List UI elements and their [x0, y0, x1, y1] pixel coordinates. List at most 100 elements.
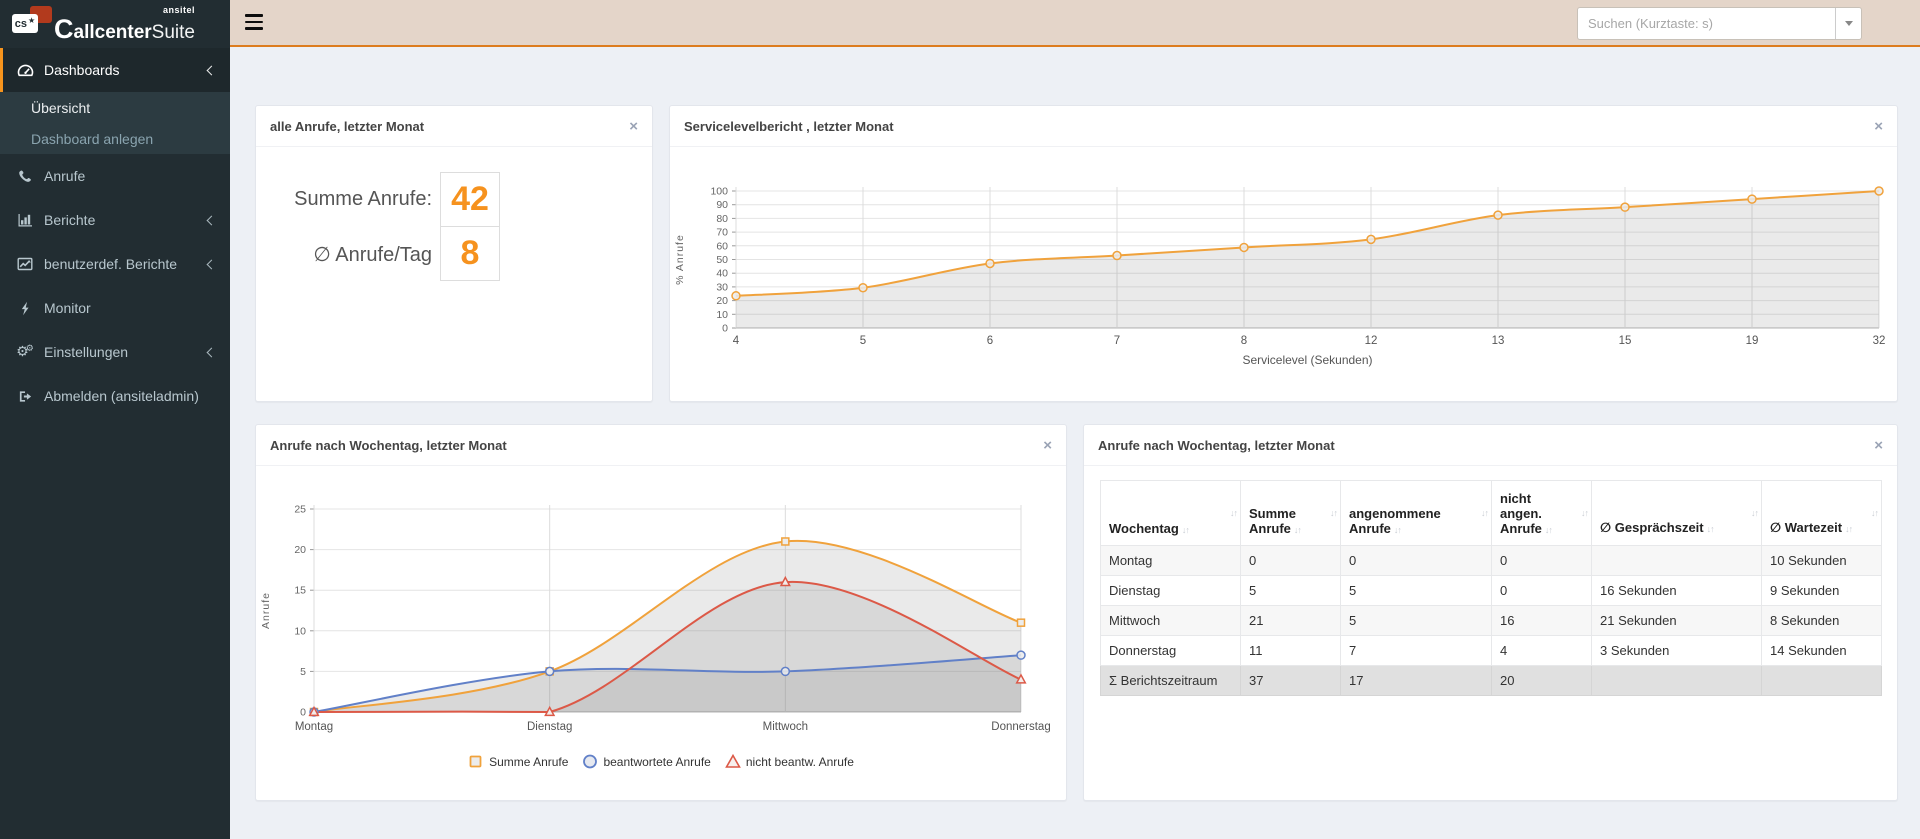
legend-label: Summe Anrufe — [489, 754, 569, 769]
sidebar-item-label: Anrufe — [44, 168, 86, 184]
data-point-marker — [1493, 210, 1503, 220]
table-column-header[interactable]: angenommene Anrufe ↓↑ ↓↑ — [1340, 480, 1492, 546]
sort-icon: ↓↑ — [1871, 508, 1879, 518]
panel-anrufe-wochentag-chart: Anrufe nach Wochentag, letzter Monat × 0… — [255, 424, 1067, 801]
data-point-marker — [544, 666, 555, 677]
panel-servicelevelbericht: Servicelevelbericht , letzter Monat × 0 1… — [669, 105, 1898, 402]
svg-text:0: 0 — [300, 707, 306, 719]
table-column-header[interactable]: Wochentag ↓↑ ↓↑ — [1100, 480, 1241, 546]
table-row: Mittwoch 21 5 16 21 Sekunden 8 Sekunden — [1100, 605, 1882, 636]
table-cell — [1761, 665, 1882, 696]
sidebar-item-abmelden[interactable]: Abmelden (ansiteladmin) — [0, 374, 230, 418]
svg-text:10: 10 — [294, 625, 306, 637]
svg-text:80: 80 — [716, 213, 728, 225]
sidebar-item-label: Abmelden (ansiteladmin) — [44, 388, 199, 404]
legend-item[interactable]: Summe Anrufe — [468, 754, 568, 769]
data-point-marker — [1747, 194, 1757, 204]
sidebar-item-benutzerdef-berichte[interactable]: benutzerdef. Berichte — [0, 242, 230, 286]
svg-text:12: 12 — [1365, 335, 1378, 347]
logo-star: ★ — [28, 16, 36, 25]
legend-item[interactable]: nicht beantw. Anrufe — [724, 754, 854, 769]
svg-text:Servicelevel (Sekunden): Servicelevel (Sekunden) — [1242, 353, 1372, 367]
sidebar-item-label: Dashboards — [44, 62, 120, 78]
data-point-marker — [780, 666, 791, 677]
metric-row-anrufe-tag: ∅ Anrufe/Tag 8 — [256, 226, 652, 281]
close-icon[interactable]: × — [1874, 119, 1883, 134]
chevron-left-icon — [206, 259, 217, 269]
svg-text:25: 25 — [294, 504, 306, 516]
close-icon[interactable]: × — [1043, 438, 1052, 453]
table-cell: 5 — [1340, 605, 1492, 636]
table-cell: 21 Sekunden — [1591, 605, 1762, 636]
svg-text:10: 10 — [716, 309, 728, 321]
table-column-header[interactable]: ∅ Gesprächszeit ↓↑ ↓↑ — [1591, 480, 1762, 546]
svg-text:Donnerstag: Donnerstag — [991, 721, 1050, 733]
sort-icon: ↓↑ — [1845, 524, 1853, 534]
table-row: Donnerstag 11 7 4 3 Sekunden 14 Sekunden — [1100, 635, 1882, 666]
sidebar-item-anrufe[interactable]: Anrufe — [0, 154, 230, 198]
table-cell: 20 — [1491, 665, 1592, 696]
table-column-header[interactable]: Summe Anrufe ↓↑ ↓↑ — [1240, 480, 1341, 546]
bolt-icon — [15, 301, 35, 316]
table-cell — [1591, 665, 1762, 696]
metric-label: ∅ Anrufe/Tag — [313, 243, 432, 266]
svg-text:13: 13 — [1492, 335, 1505, 347]
app-logo[interactable]: cs ★ ansitel CallcenterSuite — [0, 0, 230, 48]
panel-title: Servicelevelbericht , letzter Monat — [684, 118, 894, 134]
sidebar-toggle-button[interactable] — [245, 14, 263, 30]
servicelevel-chart: 0 10 20 3040 50 6070 80 90100 4 5 6 7 8 12 13 15 19 32 % A… — [674, 186, 1885, 368]
metrics: Summe Anrufe: 42 ∅ Anrufe/Tag 8 — [256, 147, 652, 281]
metric-value: 8 — [440, 226, 500, 281]
sort-icon: ↓↑ — [1393, 525, 1402, 535]
table-cell: 16 Sekunden — [1591, 575, 1762, 606]
table-cell: Mittwoch — [1100, 605, 1241, 636]
caret-down-icon — [1844, 21, 1853, 30]
brand-light: Suite — [151, 21, 195, 43]
sidebar-item-einstellungen[interactable]: ⚙⚙ Einstellungen — [0, 330, 230, 374]
close-icon[interactable]: × — [1874, 438, 1883, 453]
column-label: Wochentag — [1109, 521, 1179, 536]
sidebar-item-dashboard-anlegen[interactable]: Dashboard anlegen — [0, 123, 230, 154]
sidebar-item-uebersicht[interactable]: Übersicht — [0, 92, 230, 123]
column-label: nicht angen. Anrufe — [1500, 491, 1542, 536]
sidebar-item-label: benutzerdef. Berichte — [44, 256, 178, 272]
sort-icon: ↓↑ — [1581, 508, 1589, 518]
legend-square-icon — [469, 755, 482, 768]
panel-title: Anrufe nach Wochentag, letzter Monat — [1098, 437, 1335, 453]
table-column-header[interactable]: ∅ Wartezeit ↓↑ ↓↑ — [1761, 480, 1882, 546]
search-dropdown-button[interactable] — [1835, 8, 1861, 39]
panel-title: alle Anrufe, letzter Monat — [270, 118, 425, 134]
table-head: Wochentag ↓↑ ↓↑ Summe Anrufe ↓↑ ↓↑ angenommene… — [1100, 480, 1882, 546]
table-cell: Donnerstag — [1100, 635, 1241, 666]
search-input[interactable] — [1578, 8, 1835, 39]
sidebar-item-berichte[interactable]: Berichte — [0, 198, 230, 242]
svg-text:40: 40 — [716, 268, 728, 280]
table-cell — [1591, 545, 1762, 576]
panel-header: Anrufe nach Wochentag, letzter Monat × — [1084, 425, 1897, 466]
legend-item[interactable]: beantwortete Anrufe — [582, 754, 711, 769]
table-cell: 9 Sekunden — [1761, 575, 1882, 606]
table-column-header[interactable]: nicht angen. Anrufe ↓↑ ↓↑ — [1491, 480, 1592, 546]
brand-text: ansitel CallcenterSuite — [54, 5, 195, 43]
panel-header: alle Anrufe, letzter Monat × — [256, 106, 652, 147]
topbar — [230, 0, 1920, 47]
data-point-marker — [858, 282, 868, 293]
table-cell: Σ Berichtszeitraum — [1100, 665, 1241, 696]
svg-text:6: 6 — [987, 335, 993, 347]
table-cell: Dienstag — [1100, 575, 1241, 606]
sort-icon: ↓↑ — [1706, 524, 1715, 534]
sidebar-item-monitor[interactable]: Monitor — [0, 286, 230, 330]
data-point-marker — [1016, 618, 1026, 627]
data-point-marker — [985, 258, 995, 269]
panel-header: Anrufe nach Wochentag, letzter Monat × — [256, 425, 1066, 466]
dashboards-submenu-wrap: Übersicht Dashboard anlegen — [0, 92, 230, 154]
close-icon[interactable]: × — [629, 119, 638, 134]
submenu-item-label: Dashboard anlegen — [31, 130, 154, 147]
sidebar: cs ★ ansitel CallcenterSuite Dashboards Ü… — [0, 0, 230, 839]
data-point-marker — [781, 537, 790, 546]
svg-text:70: 70 — [716, 227, 728, 239]
sidebar-item-dashboards[interactable]: Dashboards — [0, 48, 230, 92]
sidebar-item-label: Monitor — [44, 300, 91, 316]
svg-text:20: 20 — [716, 295, 728, 307]
table-cell: Montag — [1100, 545, 1241, 576]
